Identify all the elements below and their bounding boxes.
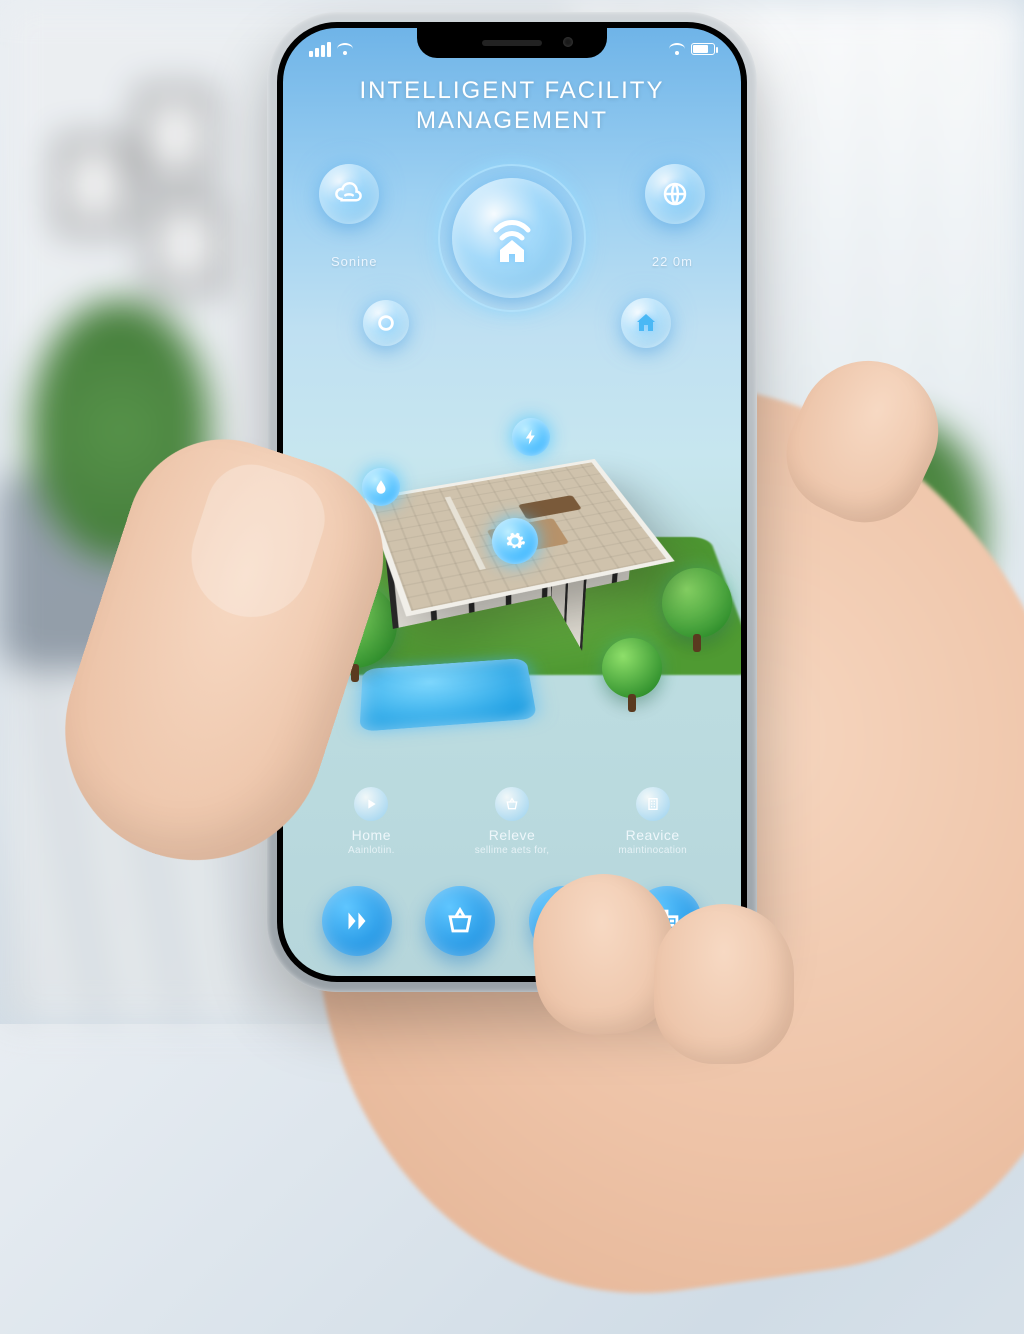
battery-icon [691,43,715,55]
drop-icon [372,478,390,496]
globe-icon [660,179,690,209]
wifi-home-icon [480,206,544,270]
app-title-line2: MANAGEMENT [283,106,741,136]
bolt-icon [522,428,540,446]
home-outline-icon [634,311,658,335]
category-title: Releve [489,827,536,843]
nav-play-button[interactable] [322,886,392,956]
pool [359,658,537,732]
status-bar [283,36,741,62]
hero-left-label: Sonine [331,254,377,269]
nav-basket-button[interactable] [425,886,495,956]
orb-mid-left[interactable] [363,300,409,346]
category-reavice[interactable]: Reavice maintinocation [582,787,723,856]
category-subtitle: sellime aets for, [475,845,550,856]
bluetooth-status-icon [669,43,685,55]
category-title: Home [352,827,391,843]
building-icon [636,787,670,821]
skip-play-icon [340,904,374,938]
basket-icon [495,787,529,821]
category-row: Home Aainlotiin. Releve sellime aets for… [283,787,741,856]
orb-main-home[interactable] [452,178,572,298]
play-icon [354,787,388,821]
cellular-signal-icon [309,42,331,57]
ring-icon [375,312,397,334]
hotspot-water[interactable] [362,468,400,506]
orb-mid-right[interactable] [621,298,671,348]
hotspot-settings[interactable] [492,518,538,564]
orb-top-left[interactable] [319,164,379,224]
finger-middle [654,904,794,1064]
gear-icon [504,530,526,552]
category-releve[interactable]: Releve sellime aets for, [442,787,583,856]
hero-right-label: 22 0m [652,254,693,269]
category-subtitle: Aainlotiin. [348,845,395,856]
tree-icon [602,638,662,698]
category-home[interactable]: Home Aainlotiin. [301,787,442,856]
category-subtitle: maintinocation [618,845,687,856]
app-title: INTELLIGENT FACILITY MANAGEMENT [283,76,741,136]
category-title: Reavice [626,827,680,843]
hotspot-power[interactable] [512,418,550,456]
basket-icon [443,904,477,938]
wifi-status-icon [337,43,353,55]
orb-top-right[interactable] [645,164,705,224]
wifi-cloud-icon [334,179,364,209]
tree-icon [662,568,732,638]
app-title-line1: INTELLIGENT FACILITY [283,76,741,106]
